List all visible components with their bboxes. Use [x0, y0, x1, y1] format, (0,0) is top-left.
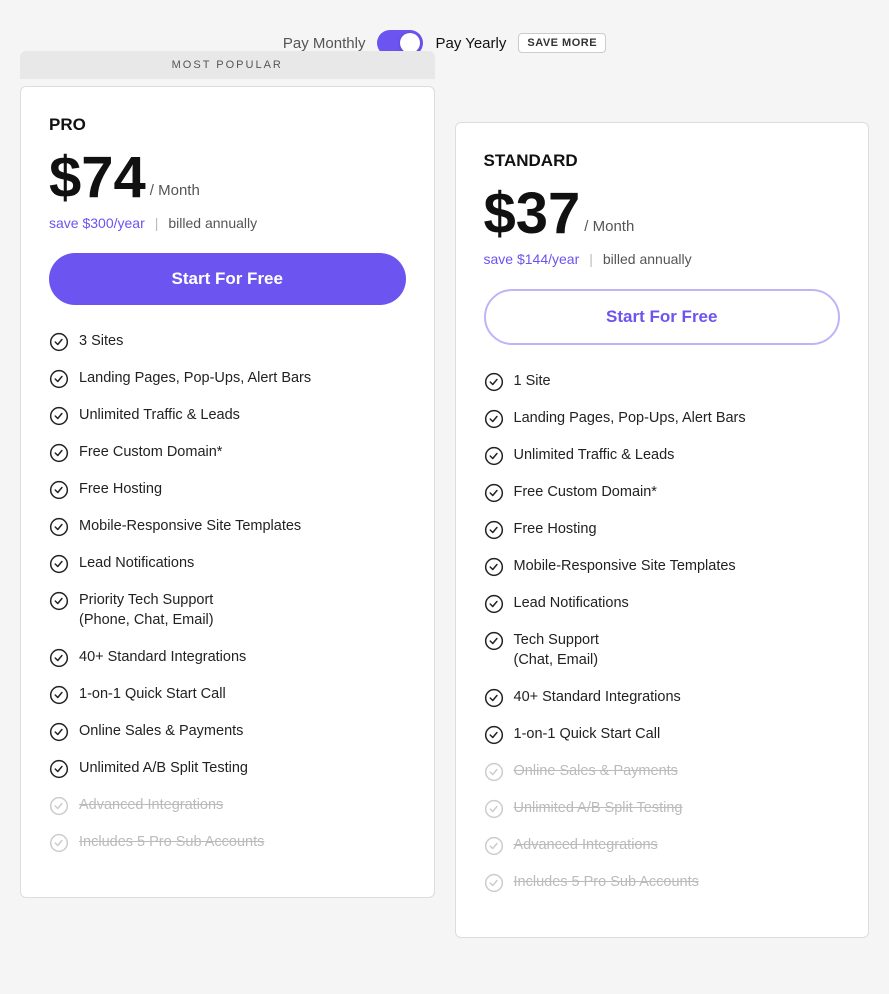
- standard-savings-row: save $144/year | billed annually: [484, 251, 841, 267]
- list-item: Priority Tech Support(Phone, Chat, Email…: [49, 590, 406, 631]
- list-item: Lead Notifications: [484, 593, 841, 614]
- list-item: Advanced Integrations: [49, 795, 406, 816]
- list-item: Unlimited A/B Split Testing: [484, 798, 841, 819]
- list-item: Online Sales & Payments: [49, 721, 406, 742]
- list-item: Landing Pages, Pop-Ups, Alert Bars: [49, 368, 406, 389]
- list-item: Includes 5 Pro Sub Accounts: [484, 872, 841, 893]
- standard-price-row: $37 / Month: [484, 185, 841, 243]
- standard-savings-text: save $144/year: [484, 251, 580, 267]
- standard-features-list: 1 Site Landing Pages, Pop-Ups, Alert Bar…: [484, 371, 841, 893]
- standard-price-amount: $37: [484, 185, 581, 243]
- list-item: 1-on-1 Quick Start Call: [484, 724, 841, 745]
- list-item: Mobile-Responsive Site Templates: [484, 556, 841, 577]
- list-item: Unlimited Traffic & Leads: [484, 445, 841, 466]
- standard-plan-name: STANDARD: [484, 151, 841, 171]
- pro-price-amount: $74: [49, 149, 146, 207]
- list-item: Online Sales & Payments: [484, 761, 841, 782]
- pro-price-period: / Month: [150, 182, 200, 199]
- pro-divider: |: [155, 215, 159, 231]
- pro-savings-text: save $300/year: [49, 215, 145, 231]
- list-item: Advanced Integrations: [484, 835, 841, 856]
- list-item: 40+ Standard Integrations: [484, 687, 841, 708]
- list-item: Mobile-Responsive Site Templates: [49, 516, 406, 537]
- pro-billed-text: billed annually: [168, 215, 257, 231]
- standard-plan-card: STANDARD $37 / Month save $144/year | bi…: [455, 122, 870, 938]
- pro-savings-row: save $300/year | billed annually: [49, 215, 406, 231]
- pro-features-list: 3 Sites Landing Pages, Pop-Ups, Alert Ba…: [49, 331, 406, 853]
- standard-cta-button[interactable]: Start For Free: [484, 289, 841, 345]
- pro-cta-button[interactable]: Start For Free: [49, 253, 406, 305]
- list-item: Free Hosting: [484, 519, 841, 540]
- yearly-label: Pay Yearly: [435, 35, 506, 52]
- list-item: 1-on-1 Quick Start Call: [49, 684, 406, 705]
- list-item: 40+ Standard Integrations: [49, 647, 406, 668]
- save-badge: SAVE MORE: [518, 33, 606, 53]
- list-item: Landing Pages, Pop-Ups, Alert Bars: [484, 408, 841, 429]
- standard-price-period: / Month: [584, 218, 634, 235]
- list-item: Lead Notifications: [49, 553, 406, 574]
- list-item: Free Custom Domain*: [49, 442, 406, 463]
- list-item: Unlimited Traffic & Leads: [49, 405, 406, 426]
- plans-container: MOST POPULAR PRO $74 / Month save $300/y…: [20, 86, 869, 938]
- most-popular-banner: MOST POPULAR: [20, 51, 436, 79]
- standard-billed-text: billed annually: [603, 251, 692, 267]
- standard-divider: |: [589, 251, 593, 267]
- list-item: Free Custom Domain*: [484, 482, 841, 503]
- list-item: Includes 5 Pro Sub Accounts: [49, 832, 406, 853]
- list-item: 3 Sites: [49, 331, 406, 352]
- list-item: Tech Support(Chat, Email): [484, 630, 841, 671]
- pro-plan-card: MOST POPULAR PRO $74 / Month save $300/y…: [20, 86, 435, 898]
- pro-plan-name: PRO: [49, 115, 406, 135]
- list-item: 1 Site: [484, 371, 841, 392]
- pro-price-row: $74 / Month: [49, 149, 406, 207]
- list-item: Free Hosting: [49, 479, 406, 500]
- list-item: Unlimited A/B Split Testing: [49, 758, 406, 779]
- monthly-label: Pay Monthly: [283, 35, 366, 52]
